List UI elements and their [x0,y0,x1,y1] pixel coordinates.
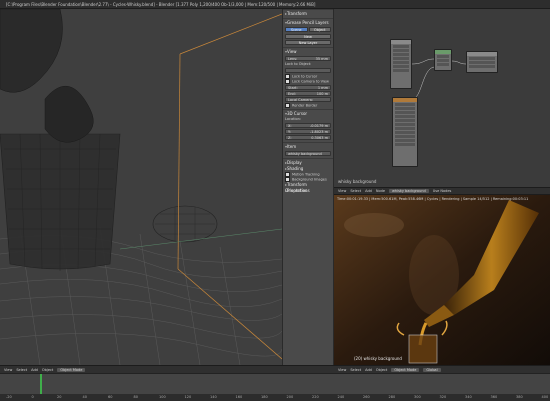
image-texture-node[interactable] [392,97,418,167]
timeline-tick: 380 [516,395,523,399]
timeline[interactable]: -20 0 20 40 60 80 100 120 140 160 180 200 220 240 260 2… [0,373,550,401]
timeline-tick: 220 [312,395,319,399]
timeline-tick: 140 [210,395,217,399]
node-editor-object-name: whisky background [338,179,377,184]
timeline-tick: 240 [337,395,345,399]
lock-object-field[interactable] [285,68,331,73]
render-view-header: View Select Add Object Object Mode Globa… [334,365,550,373]
3d-viewport[interactable] [0,9,282,365]
render-border-checkbox[interactable]: Render Border [285,103,331,108]
menu-add[interactable]: Add [365,189,372,193]
menu-select[interactable]: Select [350,189,361,193]
cursor-z-value: 0.3063 m [311,136,328,140]
item-section[interactable]: Item [285,144,331,150]
lens-field[interactable]: Lens: 35 mm [285,56,331,61]
cursor-y-value: -1.8023 m [309,130,328,134]
properties-panel[interactable]: Transform Grease Pencil Layers Scene Obj… [282,9,334,365]
viewport-menu-object[interactable]: Object [42,368,53,372]
cursor-y-label: Y: [288,130,291,134]
lens-value: 35 mm [315,57,328,61]
node-editor-header: View Select Add Node whisky background U… [334,187,550,195]
render-menu-object[interactable]: Object [376,368,387,372]
timeline-tick: 180 [261,395,268,399]
pivot-select[interactable]: Global [423,367,441,372]
cursor-x-label: X: [288,124,292,128]
render-mode-select[interactable]: Object Mode [391,367,420,372]
timeline-tick: 0 [31,395,34,399]
cursor-y-field[interactable]: Y: -1.8023 m [285,129,331,134]
transform-section[interactable]: Transform [285,11,331,17]
window-title: [C:\Program Files\Blender Foundation\Ble… [6,2,316,7]
cursor-x-value: -0.0179 m [309,124,328,128]
render-menu-add[interactable]: Add [365,368,372,372]
viewport-wireframe [0,9,282,365]
scene-button[interactable]: Scene [285,27,308,32]
timeline-tick: 80 [133,395,138,399]
clip-start-label: Start: [288,86,298,90]
timeline-tick: 320 [439,395,447,399]
use-nodes-toggle[interactable]: Use Nodes [433,189,452,193]
timeline-tick: 300 [414,395,421,399]
timeline-tick: 20 [57,395,62,399]
clip-end-value: 100 m [316,92,328,96]
render-image [334,195,550,365]
render-menu-select[interactable]: Select [350,368,361,372]
clip-start-value: 1 mm [317,86,328,90]
mix-shader-node[interactable] [434,49,452,71]
timeline-tick: 60 [108,395,113,399]
viewport-menu-view[interactable]: View [4,368,12,372]
grease-pencil-section[interactable]: Grease Pencil Layers [285,20,331,26]
menu-node[interactable]: Node [376,189,385,193]
timeline-tick: 160 [235,395,243,399]
object-button[interactable]: Object [308,27,331,32]
cursor-z-label: Z: [288,136,292,140]
lens-label: Lens: [288,57,298,61]
viewport-menu-add[interactable]: Add [31,368,38,372]
timeline-tick: 40 [82,395,87,399]
texture-coord-node[interactable] [390,39,412,89]
timeline-tick: -20 [6,395,12,399]
new-layer-button[interactable]: New Layer [285,40,331,45]
material-slot-field[interactable]: whisky background [389,189,429,193]
render-view[interactable]: Time:00:01:19.33 | Mem:500.61M, Peak:558… [334,195,550,365]
timeline-tick: 200 [286,395,294,399]
lock-camera-to-view-checkbox[interactable]: Lock Camera to View [285,79,331,84]
viewport-header: View Select Add Object Object Mode [0,365,334,373]
clip-end-field[interactable]: End: 100 m [285,91,331,96]
menu-view[interactable]: View [338,189,346,193]
timeline-tick: 400 [541,395,549,399]
node-editor[interactable]: whisky background [334,9,550,187]
render-menu-view[interactable]: View [338,368,346,372]
clip-start-field[interactable]: Start: 1 mm [285,85,331,90]
clip-end-label: End: [288,92,296,96]
cursor-x-field[interactable]: X: -0.0179 m [285,123,331,128]
new-button[interactable]: New [285,34,331,39]
viewport-mode-select[interactable]: Object Mode [57,367,86,372]
location-label: Location: [285,117,301,121]
cursor-z-field[interactable]: Z: 0.3063 m [285,135,331,140]
timeline-tick: 340 [465,395,472,399]
material-output-node[interactable] [466,51,498,73]
timeline-tick: 100 [159,395,166,399]
local-camera-field[interactable]: Local Camera: [285,97,331,102]
node-links [411,58,467,100]
item-name-field[interactable]: whisky background [285,151,331,156]
render-object-label: (20) whisky background [354,356,402,361]
title-bar: [C:\Program Files\Blender Foundation\Ble… [0,0,550,9]
view-section[interactable]: View [285,49,331,55]
lock-to-object-label: Lock to Object: [285,62,312,66]
timeline-tick: 260 [363,395,370,399]
timeline-tick: 120 [184,395,192,399]
timeline-tick: 280 [388,395,396,399]
timeline-tick: 360 [490,395,498,399]
viewport-menu-select[interactable]: Select [16,368,27,372]
render-info: Time:00:01:19.33 | Mem:500.61M, Peak:558… [337,197,529,201]
